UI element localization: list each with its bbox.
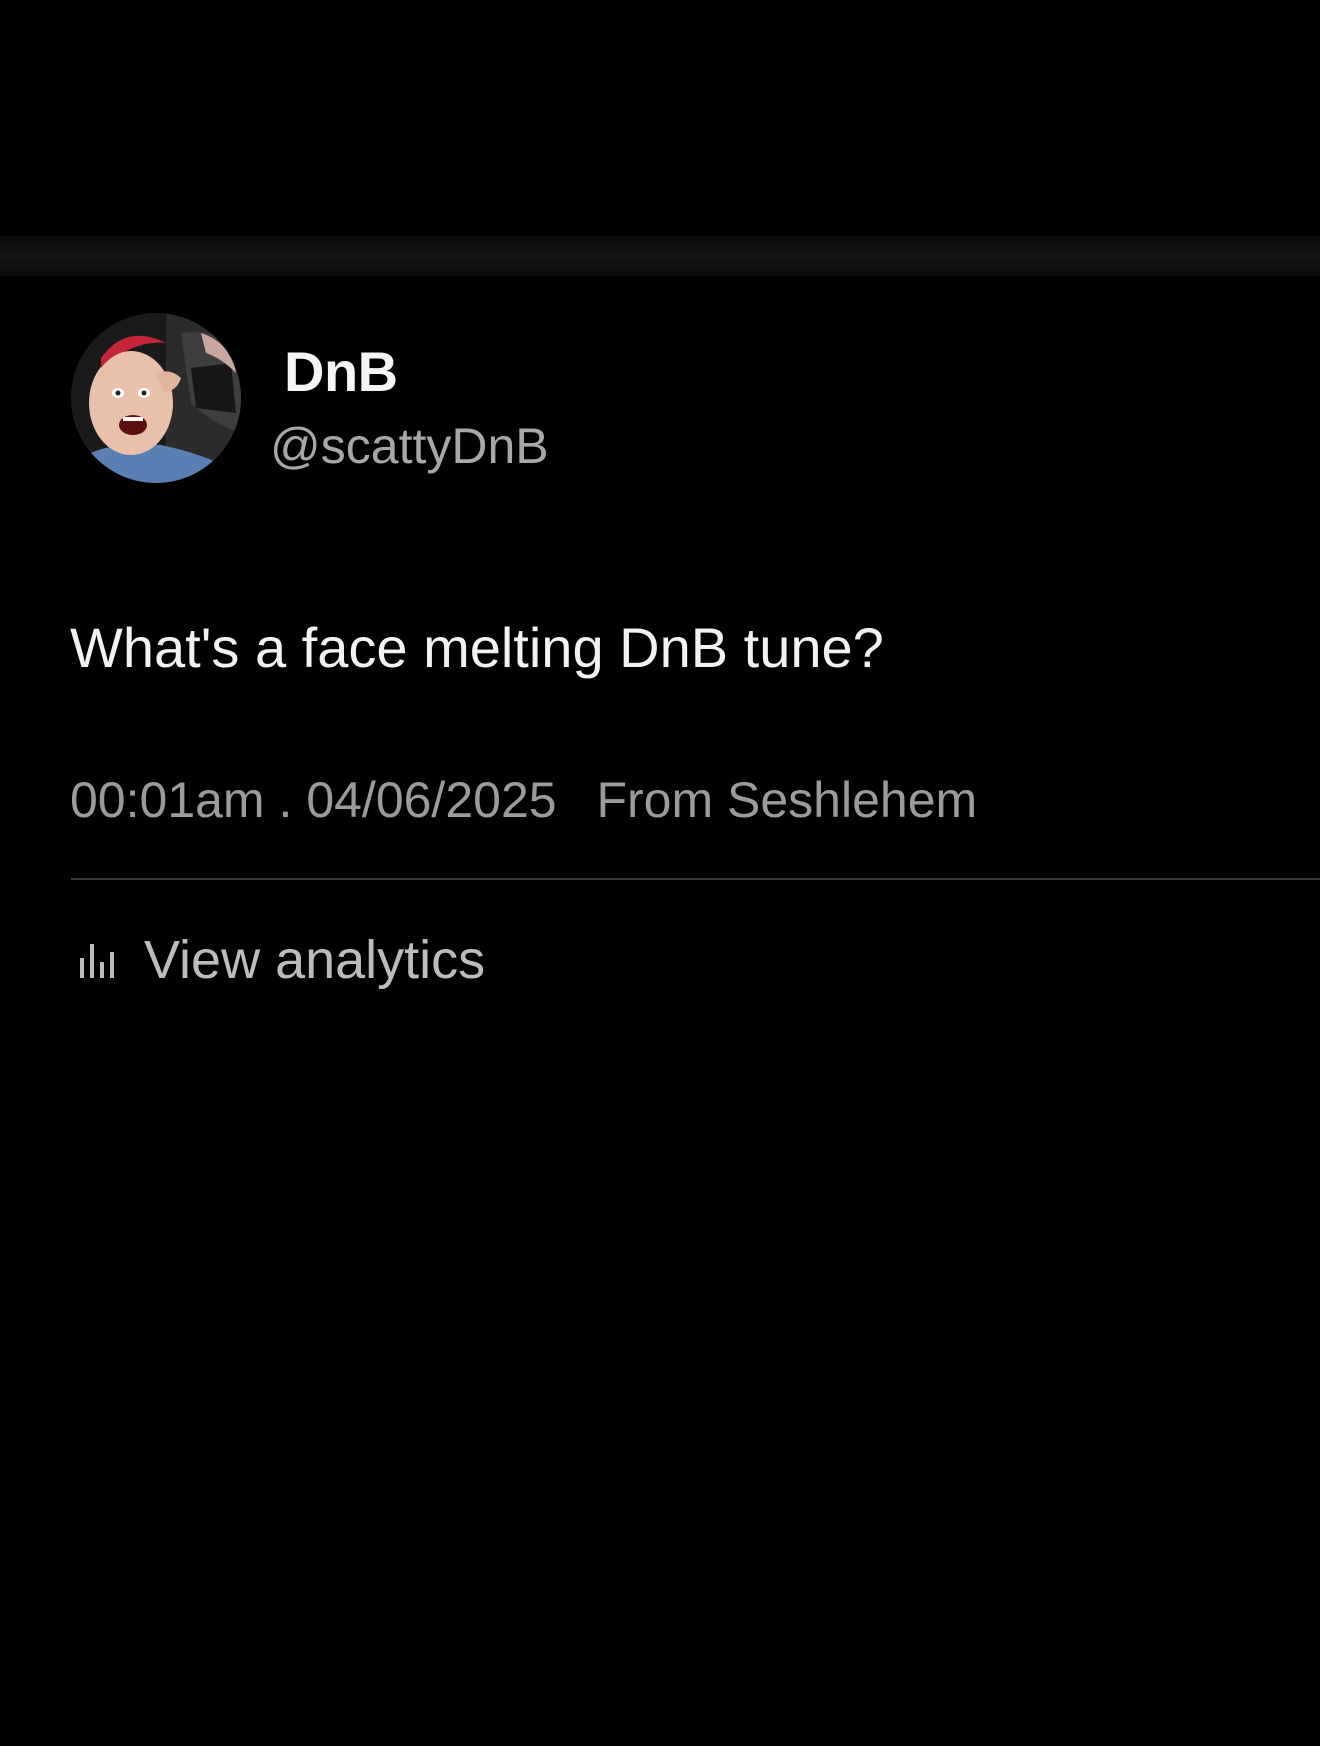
author-handle[interactable]: @scattyDnB <box>270 421 549 471</box>
avatar[interactable] <box>71 313 241 483</box>
divider <box>71 878 1320 880</box>
bar-chart-icon <box>80 944 114 978</box>
author-display-name[interactable]: DnB <box>284 344 398 400</box>
view-analytics-button[interactable]: View analytics <box>78 930 485 990</box>
post-time: 00:01am <box>70 772 265 828</box>
post-date: 04/06/2025 <box>306 772 557 828</box>
post-text: What's a face melting DnB tune? <box>70 616 884 679</box>
view-analytics-label: View analytics <box>144 930 486 990</box>
meta-separator: . <box>278 772 293 828</box>
profile-photo <box>71 313 241 483</box>
post-meta: 00:01am . 04/06/2025 From Seshlehem <box>70 775 977 825</box>
post-source: From Seshlehem <box>596 772 978 828</box>
post-card: DnB @scattyDnB What's a face melting DnB… <box>0 0 1320 1746</box>
